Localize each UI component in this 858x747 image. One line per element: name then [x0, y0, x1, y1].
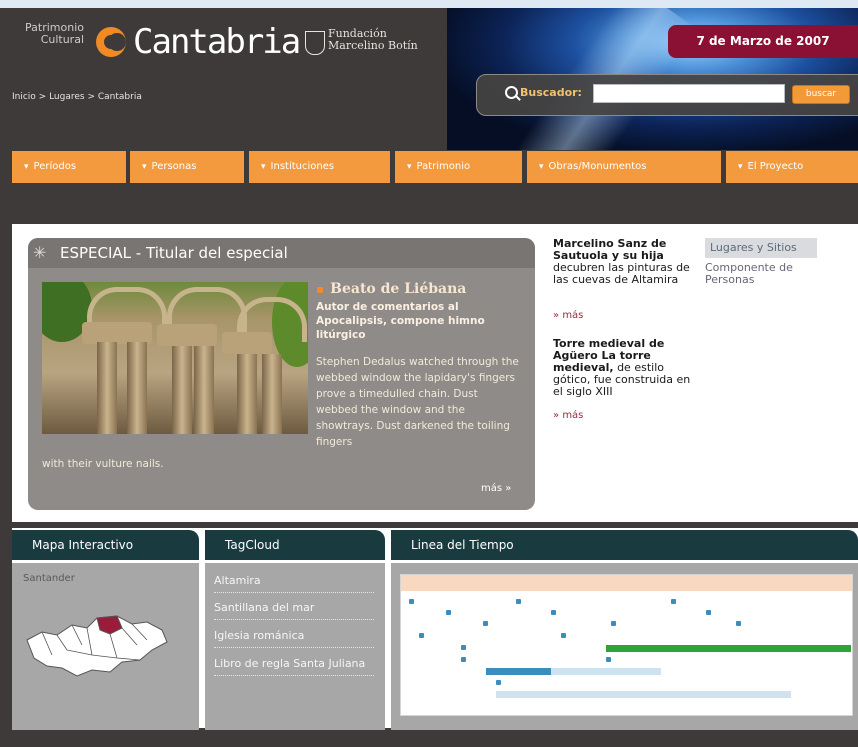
timeline-event[interactable] [461, 657, 466, 662]
timeline-event[interactable] [561, 633, 566, 638]
tag-link[interactable]: Altamira [214, 574, 374, 593]
news-text: decubren las pinturas de las cuevas de A… [553, 261, 690, 286]
news-more-link[interactable]: » más [553, 410, 583, 421]
timeline-event[interactable] [551, 610, 556, 615]
news-item[interactable]: Marcelino Sanz de Sautuola y su hija dec… [553, 238, 693, 286]
search-icon [505, 86, 518, 99]
lugares-y-sitios-tab[interactable]: Lugares y Sitios [705, 238, 817, 258]
nav-periodos[interactable]: Períodos [12, 151, 126, 183]
especial-more-link[interactable]: más » [481, 483, 511, 494]
timeline-event[interactable] [461, 645, 466, 650]
timeline-axis [401, 575, 852, 591]
shield-icon [305, 31, 325, 55]
footer-strip [0, 730, 858, 747]
breadcrumb[interactable]: Inicio > Lugares > Cantabria [12, 92, 142, 102]
timeline-bar[interactable] [486, 668, 551, 675]
timeline-event[interactable] [496, 680, 501, 685]
especial-article-subtitle: Autor de comentarios al Apocalipsis, com… [316, 301, 485, 341]
timeline-bar[interactable] [606, 645, 851, 652]
photo-capital [82, 322, 152, 344]
timeline-event[interactable] [409, 599, 414, 604]
double-chevron-icon: » [553, 310, 560, 321]
tag-link[interactable]: Libro de regla Santa Juliana [214, 657, 374, 676]
more-label: más [562, 310, 584, 321]
timeline-bar[interactable] [551, 668, 661, 675]
search-label: Buscador: [520, 86, 582, 99]
nav-instituciones[interactable]: Instituciones [249, 151, 390, 183]
logo-cantabria[interactable]: Cantabria [133, 22, 301, 62]
more-label: más [481, 483, 503, 494]
map-place-label: Santander [23, 573, 75, 584]
timeline-event[interactable] [671, 599, 676, 604]
search-input[interactable] [593, 84, 785, 103]
mapa-panel-header: Mapa Interactivo [12, 530, 199, 560]
timeline-event[interactable] [483, 621, 488, 626]
timeline-widget[interactable] [400, 574, 853, 716]
especial-title: ESPECIAL - Titular del especial [60, 244, 288, 262]
nav-el-proyecto[interactable]: El Proyecto [726, 151, 858, 183]
timeline-event[interactable] [611, 621, 616, 626]
asterisk-icon: ✳ [33, 243, 47, 262]
timeline-bar[interactable] [496, 691, 791, 698]
nav-obras-monumentos[interactable]: Obras/Monumentos [527, 151, 721, 183]
timeline-event[interactable] [736, 621, 741, 626]
news-item[interactable]: Torre medieval de Agüero La torre mediev… [553, 338, 693, 398]
timeline-event[interactable] [606, 657, 611, 662]
especial-article-title[interactable]: Beato de Liébana [316, 281, 466, 297]
timeline-event[interactable] [419, 633, 424, 638]
fundacion-logo[interactable]: Fundación Marcelino Botín [328, 28, 418, 52]
tag-link[interactable]: Santillana del mar [214, 601, 374, 620]
tag-link[interactable]: Iglesia románica [214, 629, 374, 648]
timeline-panel-header: Linea del Tiempo [391, 530, 858, 560]
timeline-event[interactable] [516, 599, 521, 604]
logo-patrimonio-cultural[interactable]: Patrimonio Cultural [10, 22, 84, 46]
browser-top-strip [0, 0, 858, 8]
timeline-event[interactable] [706, 610, 711, 615]
photo-column [262, 354, 282, 434]
photo-capital [222, 332, 272, 354]
especial-article-body: Stephen Dedalus watched through the webb… [316, 356, 519, 448]
news-headline[interactable]: Marcelino Sanz de Sautuola y su hija [553, 237, 666, 262]
photo-capital [157, 324, 217, 346]
cantabria-c-logo-icon[interactable] [96, 27, 126, 57]
double-chevron-icon: » [505, 483, 512, 494]
especial-article-body-tail: with their vulture nails. [42, 458, 164, 470]
photo-column [127, 342, 147, 434]
componente-de-personas: Componente de Personas [705, 261, 793, 286]
more-label: más [562, 410, 584, 421]
nav-patrimonio[interactable]: Patrimonio [395, 151, 522, 183]
timeline-event[interactable] [446, 610, 451, 615]
double-chevron-icon: » [553, 410, 560, 421]
photo-column [194, 346, 214, 434]
cloister-photo[interactable] [42, 282, 308, 434]
photo-column [97, 342, 117, 434]
photo-column [172, 346, 192, 434]
search-button[interactable]: buscar [792, 85, 850, 104]
tagcloud-panel-header: TagCloud [205, 530, 385, 560]
photo-column [237, 354, 257, 434]
cantabria-map[interactable] [22, 610, 172, 682]
news-more-link[interactable]: » más [553, 310, 583, 321]
date-badge: 7 de Marzo de 2007 [668, 25, 858, 58]
nav-personas[interactable]: Personas [130, 151, 244, 183]
